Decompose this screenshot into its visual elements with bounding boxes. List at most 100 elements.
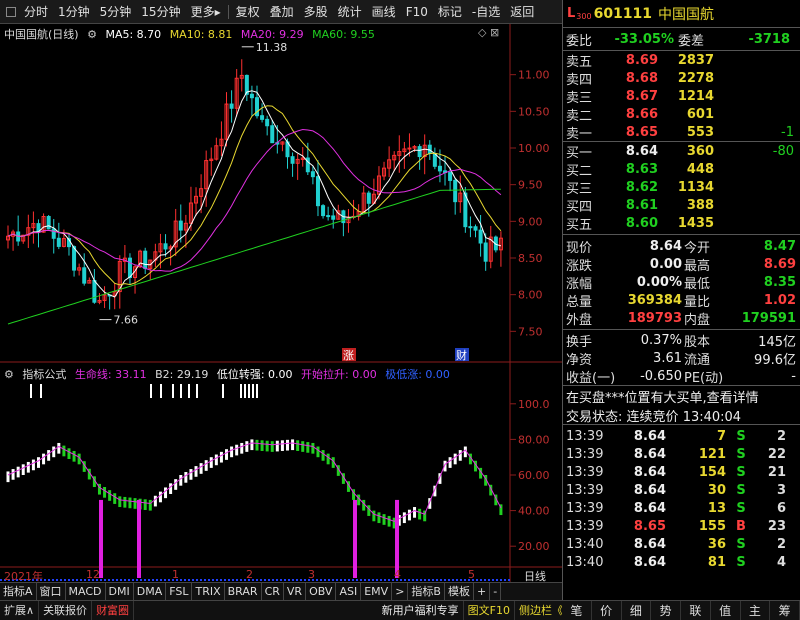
osc-bar [118,496,122,508]
indicator-tab-10[interactable]: OBV [306,582,337,601]
indicator-tab-9[interactable]: VR [284,582,307,601]
toolbar-button-0[interactable]: 复权 [231,0,265,24]
signal-bar [222,384,224,398]
tick-count: 21 [767,464,786,480]
signal-bar [196,384,198,398]
back-button[interactable]: 返回 [505,0,539,24]
buy-label: 买三 [566,181,593,197]
indicator-tab-3[interactable]: DMI [106,582,134,601]
settings-icon[interactable]: ⚙ [87,28,97,41]
tick-volume: 30 [707,482,726,498]
indicator-tab-1[interactable]: 窗口 [37,582,66,601]
tick-time: 13:40 [566,536,604,552]
indicator-tab-7[interactable]: BRAR [225,582,262,601]
quote-tab-6[interactable]: 主 [741,601,771,620]
candle-body [331,215,336,220]
timeline-month-5: 5 [468,568,475,581]
indicator-tab-17[interactable]: - [490,582,502,601]
toolbar-button-1[interactable]: 叠加 [265,0,299,24]
sell-change: -1 [781,124,794,140]
low-label: 7.66 [113,314,138,327]
sell-volume: 2837 [677,52,714,68]
indicator-tab-4[interactable]: DMA [134,582,167,601]
candle-body [366,192,371,204]
toolbar-button-6[interactable]: 标记 [433,0,467,24]
candle-body [448,172,453,181]
quote-tab-1[interactable]: 价 [592,601,622,620]
timeframe-tab-4[interactable]: 更多▸ [186,0,226,24]
price-axis-label-7: 7.50 [518,325,543,338]
sell-label: 卖二 [566,108,593,124]
osc-bar [219,451,223,463]
signal-bar [256,384,258,398]
tick-volume: 81 [707,554,726,570]
timeframe-tab-0[interactable]: 分时 [19,0,53,24]
stat-label: 内盘 [684,312,711,328]
timeframe-tab-2[interactable]: 5分钟 [95,0,137,24]
chart-corner-icons[interactable]: ◇ ⊠ [478,26,499,39]
indicator-tab-14[interactable]: 指标B [408,582,445,601]
quote-tab-3[interactable]: 势 [651,601,681,620]
quote-tab-5[interactable]: 值 [711,601,741,620]
tick-count: 23 [767,518,786,534]
sell-price: 8.69 [625,52,658,68]
quote-tab-0[interactable]: 笔 [562,601,592,620]
quote-tab-7[interactable]: 筹 [770,601,800,620]
osc-bar [47,450,51,461]
tick-count: 22 [767,446,786,462]
osc-bar [387,515,391,527]
toolbar-button-3[interactable]: 统计 [333,0,367,24]
toolbar-button-5[interactable]: F10 [401,0,433,24]
wealth-circle-button[interactable]: 财富圈 [92,600,135,620]
new-user-button[interactable]: 新用户福利专享 [378,600,464,620]
sidebar-button[interactable]: 侧边栏《 [515,600,568,620]
buy-volume: 360 [686,143,714,159]
indicator-tab-5[interactable]: FSL [166,582,193,601]
indicator-tab-11[interactable]: ASI [336,582,362,601]
toolbar-button-2[interactable]: 多股 [299,0,333,24]
tick-flag: S [736,464,746,480]
indicator-settings-icon[interactable]: ⚙ [4,368,14,381]
related-quote-button[interactable]: 关联报价 [39,600,93,620]
toolbar-checkbox[interactable] [6,6,16,17]
indicator-tab-0[interactable]: 指标A [0,582,37,601]
tick-row-2: 13:39 8.64 154 S 21 [563,463,800,481]
indicator-tab-8[interactable]: CR [262,582,284,601]
buy-price: 8.64 [625,143,658,159]
tick-time: 13:39 [566,464,604,480]
indicator-tab-15[interactable]: 模板 [445,582,474,601]
signal-bar [150,384,152,398]
toolbar-button-4[interactable]: 画线 [367,0,401,24]
news-line[interactable]: 在买盘***位置有大买单,查看详情 [563,386,800,406]
osc-bar [235,444,239,456]
candle-body [326,215,331,218]
indicator-tab-12[interactable]: EMV [361,582,393,601]
indicator-tab-13[interactable]: > [392,582,409,601]
candle-body [290,156,295,164]
quote-tab-4[interactable]: 联 [681,601,711,620]
expand-button[interactable]: 扩展∧ [0,600,40,620]
buy-volume: 448 [686,161,714,177]
buy-price: 8.60 [625,215,658,231]
ind-axis-label-3: 40.00 [518,505,550,518]
ma5-line [7,90,502,298]
chart-toolbar: 分时 1分钟 5分钟 15分钟 更多▸ 复权 叠加 多股 统计 画线 F10 标记 -自选 返回 [0,0,562,24]
indicator-tab-6[interactable]: TRIX [192,582,225,601]
quote-tab-2[interactable]: 细 [622,601,652,620]
price-axis-label-3: 9.50 [518,179,543,192]
buy-row-3: 买四 8.61 388 [563,196,800,215]
osc-bar [174,479,178,490]
kline-chart[interactable]: 11.00 10.50 10.00 9.50 9.00 8.50 8.00 7.50 100.0… [0,24,562,598]
timeframe-tab-1[interactable]: 1分钟 [53,0,95,24]
tick-count: 3 [776,482,786,498]
osc-bar [458,450,462,461]
f10-button[interactable]: 图文F10 [464,600,515,620]
stat-row-4: 外盘 189793 内盘 179591 [563,309,800,328]
indicator-tab-16[interactable]: + [474,582,491,601]
candle-body [453,179,458,203]
indicator-tab-2[interactable]: MACD [66,582,106,601]
self-select-button[interactable]: -自选 [467,0,505,24]
stat-value: 8.35 [763,274,796,290]
buy-label: 买四 [566,199,593,215]
timeframe-tab-3[interactable]: 15分钟 [136,0,185,24]
